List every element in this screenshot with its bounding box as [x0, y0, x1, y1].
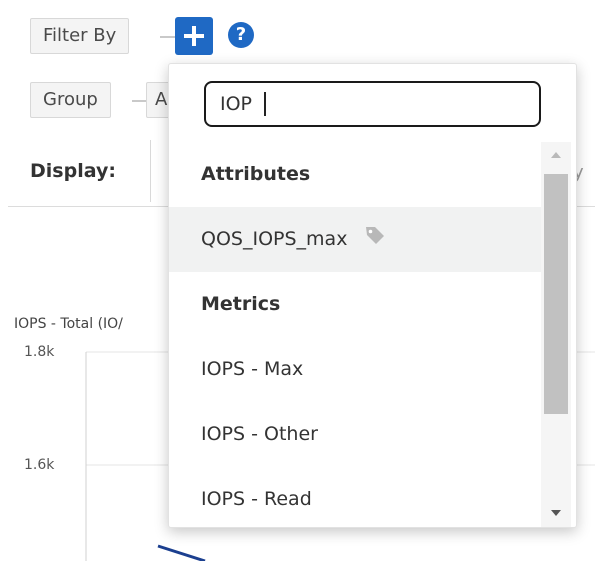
list-item-iops-max[interactable]: IOPS - Max — [169, 337, 541, 402]
page: Filter By ? Group A Display: y IOPS - To… — [0, 0, 595, 561]
tag-icon — [365, 226, 384, 244]
section-header-metrics: Metrics — [201, 293, 281, 315]
list-item-label: IOPS - Other — [201, 423, 318, 445]
list-item-label: QOS_IOPS_max — [201, 228, 348, 250]
series-line — [157, 544, 206, 561]
section-header-attributes: Attributes — [201, 163, 311, 185]
scroll-down-arrow-icon[interactable] — [541, 499, 571, 527]
scroll-up-arrow-icon[interactable] — [541, 142, 571, 170]
dropdown-list: Attributes QOS_IOPS_max Metrics IOPS - M… — [169, 142, 541, 527]
list-item-label: IOPS - Max — [201, 358, 304, 380]
list-item-iops-other[interactable]: IOPS - Other — [169, 402, 541, 467]
dropdown-scrollbar[interactable] — [541, 142, 571, 527]
text-caret — [264, 92, 266, 116]
list-item-iops-read[interactable]: IOPS - Read — [169, 467, 541, 527]
search-input[interactable] — [204, 81, 541, 127]
scroll-thumb[interactable] — [544, 174, 568, 414]
list-item-qos-iops-max[interactable]: QOS_IOPS_max — [169, 207, 541, 272]
attribute-metric-dropdown: Attributes QOS_IOPS_max Metrics IOPS - M… — [168, 63, 577, 528]
list-item-label: IOPS - Read — [201, 488, 312, 510]
